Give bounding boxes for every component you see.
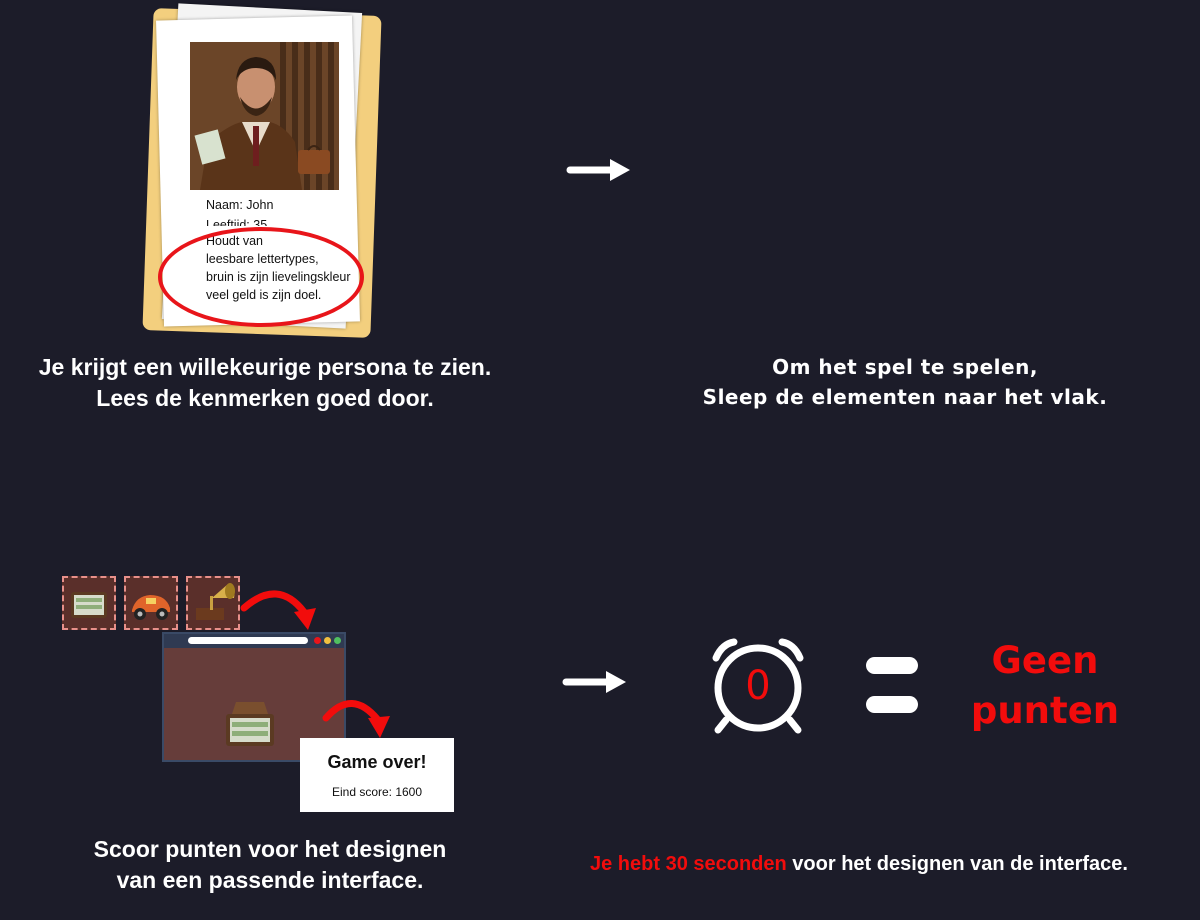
highlight-ellipse [158, 227, 364, 327]
persona-photo [190, 42, 339, 190]
equals-sign-top [866, 657, 918, 674]
browser-address-bar [188, 637, 308, 644]
game-over-title: Game over! [327, 752, 427, 772]
browser-max-dot [334, 637, 341, 644]
persona-name: Naam: John [206, 198, 274, 212]
time-limit-note: Je hebt 30 seconden voor het designen va… [590, 850, 1200, 878]
toy-car-icon [132, 595, 170, 620]
step1-caption: Je krijgt een willekeurige persona te zi… [10, 352, 520, 414]
equals-sign-bottom [866, 696, 918, 713]
time-limit-rest: voor het designen van de interface. [786, 853, 1128, 875]
gramophone-icon [196, 583, 235, 620]
game-over-popup: Game over! Eind score: 1600 [300, 738, 454, 812]
tile-money-briefcase [62, 576, 116, 630]
persona-age: Leeftijd: 35 [206, 218, 268, 226]
step2-caption-line-1: Om het spel te spelen, [772, 355, 1038, 379]
no-points-line-1: Geen [991, 639, 1099, 682]
step3-caption: Scoor punten voor het designen van een p… [20, 834, 520, 896]
timer-value: 0 [745, 663, 771, 709]
browser-toolbar [164, 634, 344, 648]
step1-caption-line-1: Je krijgt een willekeurige persona te zi… [38, 354, 492, 380]
time-limit-highlight: Je hebt 30 seconden [590, 853, 787, 875]
browser-min-dot [324, 637, 331, 644]
step2-caption: Om het spel te spelen, Sleep de elemente… [640, 352, 1170, 412]
step3-caption-line-2: van een passende interface. [116, 867, 424, 893]
final-score: Eind score: 1600 [331, 785, 423, 799]
tile-gramophone [186, 576, 240, 630]
arrow-right-icon [562, 668, 628, 696]
step2-caption-line-2: Sleep de elementen naar het vlak. [702, 385, 1108, 409]
no-points-line-2: punten [970, 689, 1120, 732]
no-points-result: Geen punten [950, 636, 1140, 736]
arrow-right-icon [566, 156, 632, 184]
dropped-money-briefcase [222, 698, 278, 755]
browser-close-dot [314, 637, 321, 644]
step3-caption-line-1: Scoor punten voor het designen [93, 836, 447, 862]
money-briefcase-icon [226, 702, 274, 746]
tile-toy-car [124, 576, 178, 630]
money-briefcase-icon [71, 592, 107, 618]
step1-caption-line-2: Lees de kenmerken goed door. [96, 385, 434, 411]
